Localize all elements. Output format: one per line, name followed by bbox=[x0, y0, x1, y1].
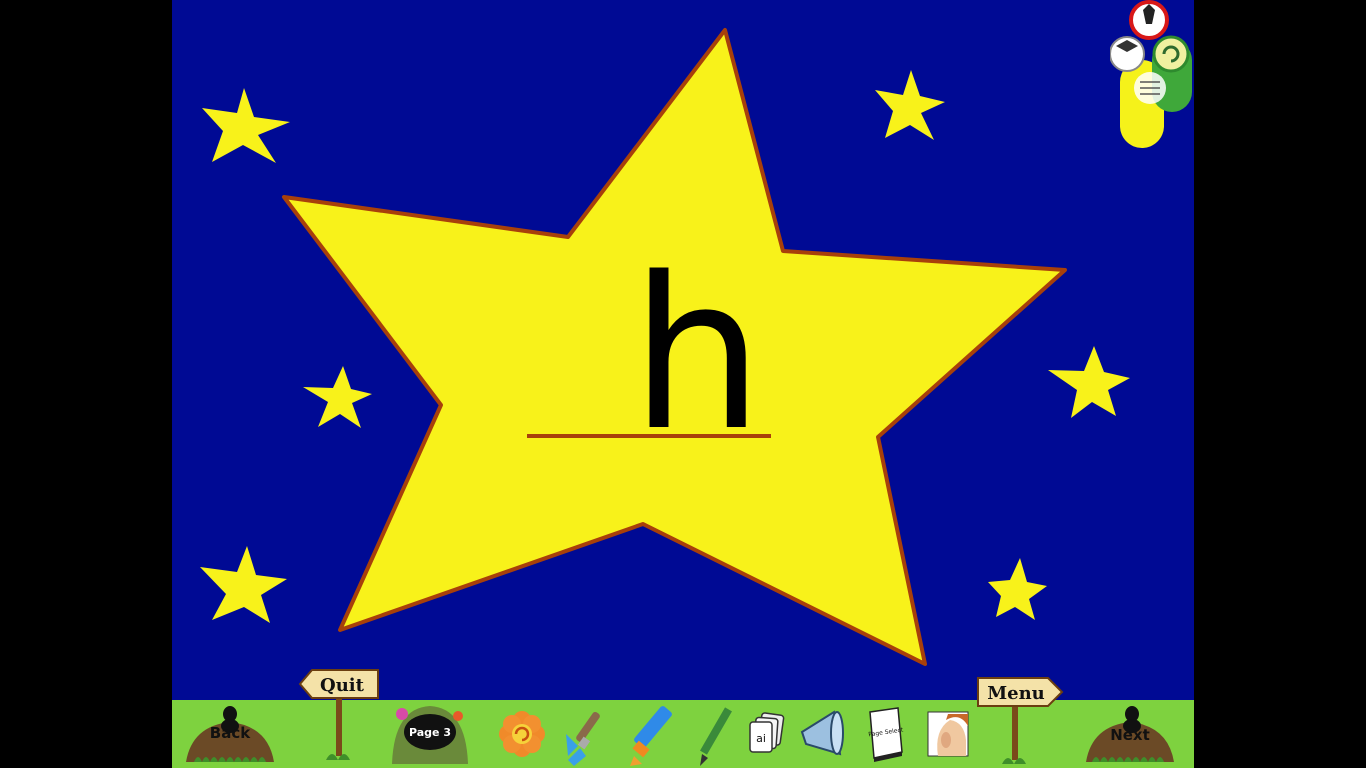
back-label: Back bbox=[210, 724, 251, 742]
listen-face-icon bbox=[927, 711, 969, 757]
activity-stage: h Back Quit Page 3 ai Page Select Menu N… bbox=[172, 0, 1194, 768]
paintbrush-button[interactable] bbox=[562, 700, 612, 768]
back-button[interactable]: Back bbox=[180, 700, 280, 768]
quit-label: Quit bbox=[320, 675, 365, 696]
flashcards-button[interactable]: ai bbox=[744, 700, 788, 768]
flashcard-label: ai bbox=[756, 732, 766, 745]
pencil-icon bbox=[700, 707, 732, 766]
pencil-button[interactable] bbox=[692, 700, 742, 768]
menu-button[interactable]: Menu bbox=[976, 672, 1066, 768]
crayon-icon bbox=[630, 706, 672, 766]
flashcards-icon bbox=[749, 712, 785, 753]
small-star-6 bbox=[988, 558, 1047, 620]
swirl-icon[interactable] bbox=[1152, 35, 1190, 73]
quit-button[interactable]: Quit bbox=[296, 664, 382, 768]
next-label: Next bbox=[1110, 726, 1150, 744]
small-star-3 bbox=[303, 366, 372, 428]
page-nav-button[interactable]: Page 3 bbox=[384, 700, 476, 768]
small-star-5 bbox=[200, 546, 287, 623]
corner-badge[interactable] bbox=[1110, 0, 1194, 150]
crayon-button[interactable] bbox=[628, 700, 682, 768]
next-button[interactable]: Next bbox=[1082, 700, 1178, 768]
bottom-toolbar: Back Quit Page 3 ai Page Select Menu Nex… bbox=[172, 669, 1194, 768]
paintbrush-icon bbox=[566, 711, 600, 766]
megaphone-button[interactable] bbox=[796, 700, 848, 768]
page-select-button[interactable]: Page Select bbox=[864, 700, 908, 768]
listen-button[interactable] bbox=[926, 700, 970, 768]
target-letter: h bbox=[630, 232, 764, 477]
flower-reset-icon bbox=[499, 711, 545, 757]
page-label: Page 3 bbox=[409, 726, 451, 739]
menu-label: Menu bbox=[987, 683, 1045, 704]
megaphone-icon bbox=[800, 710, 844, 756]
reset-button[interactable] bbox=[496, 700, 548, 768]
small-star-1 bbox=[202, 88, 290, 163]
small-star-4 bbox=[1048, 346, 1130, 418]
small-star-2 bbox=[875, 70, 945, 140]
